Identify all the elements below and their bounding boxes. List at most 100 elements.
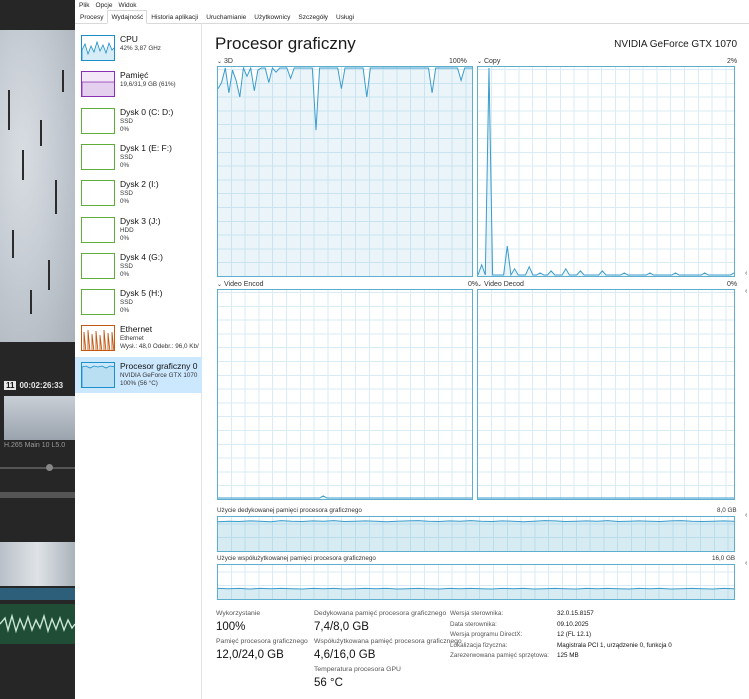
- sidebar-item-cpu[interactable]: CPU 42% 3,87 GHz: [75, 30, 202, 66]
- utilization-label: Wykorzystanie: [216, 610, 261, 617]
- gpu-detail-panel: Procesor graficzny NVIDIA GeForce GTX 10…: [203, 24, 749, 699]
- page-title: Procesor graficzny: [215, 34, 356, 53]
- gpu-info-value: 09.10.2025: [557, 620, 589, 628]
- graph-3d-max: 100%: [449, 58, 467, 65]
- sidebar-item-subtitle: 42% 3,87 GHz: [120, 45, 161, 52]
- graph-3d: [217, 66, 473, 277]
- graph-video-decode-max: 0%: [727, 281, 738, 288]
- sidebar-item-title: Dysk 2 (I:): [120, 179, 159, 190]
- graph-dedicated-memory-max: 8,0 GB: [717, 507, 737, 514]
- sidebar-item-title: Dysk 4 (G:): [120, 251, 163, 262]
- sidebar-thumbnail-graph: [81, 107, 115, 134]
- sidebar-item-ethernet[interactable]: Ethernet Ethernet Wysł.: 48,0 Odebr.: 96,0…: [75, 320, 202, 356]
- sidebar-item-memory[interactable]: Pamięć 19,6/31,9 GB (61%): [75, 66, 202, 102]
- sidebar-item-detail: 0%: [120, 125, 130, 133]
- shared-memory-label: Współużytkowana pamięć procesora graficz…: [314, 638, 462, 645]
- sidebar-thumbnail-graph: [81, 35, 115, 61]
- menu-file[interactable]: Plik: [79, 2, 89, 9]
- tab-bar: Procesy Wydajność Historia aplikacji Uru…: [75, 10, 749, 24]
- sidebar-item-title: Pamięć: [120, 70, 149, 81]
- sidebar-thumbnail-graph: [81, 71, 115, 98]
- sidebar-thumbnail-graph: [81, 180, 115, 207]
- gpu-info-value: 32.0.15.8157: [557, 610, 594, 617]
- graph-copy-label[interactable]: ⌄ Copy: [477, 58, 500, 65]
- editor-viewer-frame: [0, 30, 75, 342]
- tab-users[interactable]: Użytkownicy: [250, 10, 294, 24]
- tab-services[interactable]: Usługi: [332, 10, 358, 24]
- sidebar-item-subtitle: HDD: [120, 226, 134, 234]
- graph-area: [218, 520, 734, 551]
- shared-memory-value: 4,6/16,0 GB: [314, 649, 376, 661]
- audio-waveform: [0, 613, 75, 634]
- graph-area: [218, 495, 472, 499]
- sidebar-item-detail: 0%: [120, 234, 130, 242]
- sidebar-item-subtitle: 19,6/31,9 GB (61%): [120, 81, 176, 89]
- sidebar-item-detail: 0%: [120, 198, 130, 206]
- graph-3d-label[interactable]: ⌄ 3D: [217, 58, 233, 65]
- tab-app-history[interactable]: Historia aplikacji: [147, 10, 202, 24]
- utilization-value: 100%: [216, 621, 246, 633]
- graph-copy-max: 2%: [727, 58, 738, 65]
- sidebar-item-title: Dysk 0 (C: D:): [120, 106, 174, 117]
- gpu-info-value: 125 MB: [557, 652, 579, 659]
- sidebar-item-detail: 100% (56 °C): [120, 379, 158, 387]
- sidebar-thumbnail-graph: [81, 325, 115, 352]
- tab-processes[interactable]: Procesy: [76, 10, 107, 24]
- task-manager-window: Plik Opcje Widok Procesy Wydajność Histo…: [75, 0, 749, 699]
- sidebar-item-detail: 0%: [120, 161, 130, 169]
- tab-startup[interactable]: Uruchamianie: [202, 10, 250, 24]
- sidebar-thumbnail-graph: [81, 289, 115, 316]
- sidebar-item-gpu-0[interactable]: Procesor graficzny 0 NVIDIA GeForce GTX 1…: [75, 356, 202, 393]
- dedicated-memory-value: 7,4/8,0 GB: [314, 621, 369, 633]
- sidebar-item-disk-1[interactable]: Dysk 1 (E: F:) SSD 0%: [75, 139, 202, 175]
- sidebar-item-title: Procesor graficzny 0: [120, 360, 198, 371]
- editor-zoom-slider-knob[interactable]: [46, 464, 53, 471]
- gpu-model-name: NVIDIA GeForce GTX 1070: [614, 39, 737, 50]
- scroll-chevron-icon[interactable]: ‹: [745, 512, 749, 520]
- gpu-memory-value: 12,0/24,0 GB: [216, 649, 284, 661]
- sidebar-item-subtitle: SSD: [120, 153, 133, 161]
- sidebar-thumbnail-graph: [81, 361, 115, 388]
- scroll-chevron-icon[interactable]: ‹: [745, 560, 749, 568]
- sidebar-item-disk-2[interactable]: Dysk 2 (I:) SSD 0%: [75, 175, 202, 211]
- editor-timeline-audio-header: [0, 588, 75, 600]
- sidebar-item-subtitle: SSD: [120, 299, 133, 307]
- editor-codec-label: H.265 Main 10 L5.0: [4, 442, 66, 449]
- gpu-info-value: 12 (FL 12.1): [557, 631, 592, 638]
- editor-timeline-video-clip[interactable]: [0, 542, 75, 586]
- editor-clip-thumbnail[interactable]: [4, 396, 75, 440]
- scroll-chevron-icon[interactable]: ‹: [745, 270, 749, 278]
- graph-video-decode-label[interactable]: ⌄ Video Decod: [477, 281, 524, 288]
- sidebar-item-disk-0[interactable]: Dysk 0 (C: D:) SSD 0%: [75, 103, 202, 139]
- sidebar-item-disk-3[interactable]: Dysk 3 (J:) HDD 0%: [75, 212, 202, 248]
- graph-plot: [218, 67, 472, 276]
- menu-view[interactable]: Widok: [118, 2, 136, 9]
- sidebar-item-disk-4[interactable]: Dysk 4 (G:) SSD 0%: [75, 248, 202, 284]
- gpu-temperature-value: 56 °C: [314, 677, 343, 689]
- editor-timeline-audio-clip[interactable]: [0, 604, 75, 644]
- sidebar-item-disk-5[interactable]: Dysk 5 (H:) SSD 0%: [75, 284, 202, 320]
- tab-details[interactable]: Szczegóły: [294, 10, 332, 24]
- gpu-info-value: Magistrala PCI 1, urządzenie 0, funkcja …: [557, 641, 672, 649]
- editor-zoom-slider[interactable]: [0, 467, 75, 469]
- sidebar-item-title: Dysk 3 (J:): [120, 215, 161, 226]
- gpu-temperature-label: Temperatura procesora GPU: [314, 666, 401, 673]
- menu-options[interactable]: Opcje: [95, 2, 112, 9]
- dedicated-memory-label: Dedykowana pamięć procesora graficznego: [314, 610, 447, 617]
- graph-line: [478, 67, 734, 276]
- graph-copy: [477, 66, 735, 277]
- scroll-chevron-icon[interactable]: ‹: [745, 288, 749, 296]
- sidebar-item-detail: 0%: [120, 270, 130, 278]
- editor-timecode-value: 00:02:26:33: [19, 380, 64, 390]
- graph-video-encode-label[interactable]: ⌄ Video Encod: [217, 281, 264, 288]
- tab-performance[interactable]: Wydajność: [107, 10, 148, 24]
- graph-plot: [478, 497, 734, 499]
- graph-dedicated-memory: [217, 516, 735, 552]
- editor-scrollbar[interactable]: [0, 492, 75, 498]
- sidebar-item-title: Dysk 1 (E: F:): [120, 142, 172, 153]
- graph-shared-memory-max: 16,0 GB: [712, 555, 736, 562]
- editor-clip-number: 11: [4, 380, 17, 390]
- gpu-info-key: Wersja programu DirectX:: [450, 631, 523, 638]
- editor-timecode: 11 00:02:26:33: [0, 378, 75, 392]
- gpu-info-key: Data sterownika:: [450, 620, 497, 628]
